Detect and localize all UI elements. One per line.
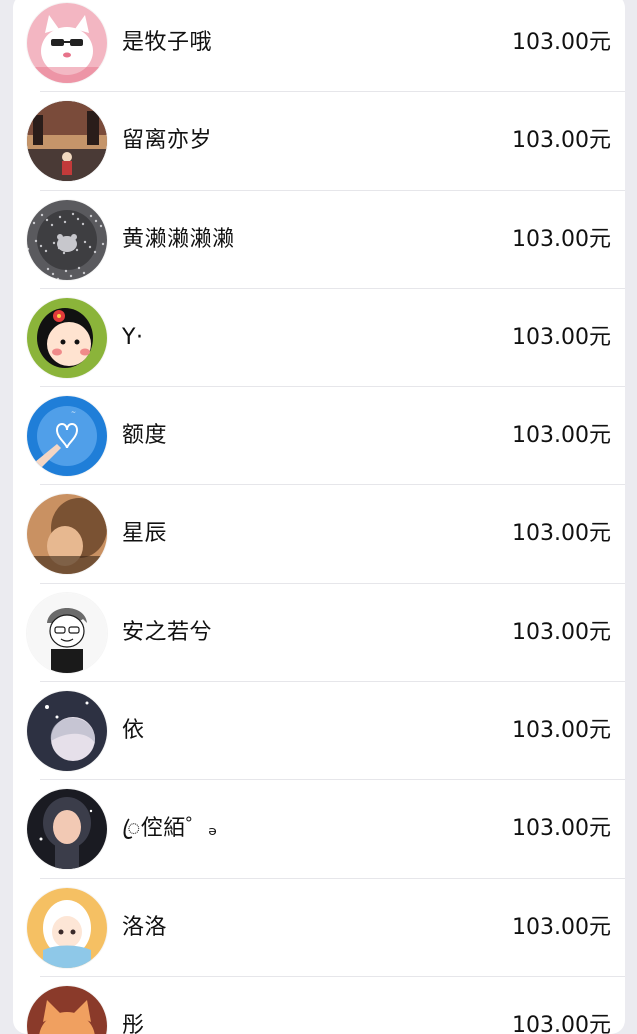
amount-value: 103.00元: [512, 619, 611, 645]
user-name: 额度: [122, 423, 168, 449]
street-scene-avatar-icon[interactable]: [27, 101, 107, 182]
amount-value: 103.00元: [512, 423, 611, 449]
user-name: Y·: [122, 324, 144, 350]
dark-hair-girl-avatar-icon[interactable]: [27, 789, 107, 870]
list-item[interactable]: 留离亦岁 103.00元: [13, 92, 625, 191]
user-name: 彤: [122, 1012, 145, 1034]
list-item[interactable]: 洛洛 103.00元: [13, 879, 625, 978]
user-name: 是牧子哦: [122, 30, 213, 55]
sketch-boy-avatar-icon[interactable]: [27, 592, 107, 673]
list-item[interactable]: 是牧子哦 103.00元: [13, 0, 625, 93]
amount-value: 103.00元: [512, 324, 611, 350]
user-name: 星辰: [122, 521, 168, 547]
list-item[interactable]: 星辰 103.00元: [13, 485, 625, 585]
user-name: 依: [122, 718, 145, 744]
list-item[interactable]: ꦿ倥絔゜ₔ 103.00元: [13, 780, 625, 879]
user-name: 黄濑濑濑濑: [122, 226, 235, 252]
amount-value: 103.00元: [512, 521, 611, 547]
amount-value: 103.00元: [512, 226, 611, 252]
list-item[interactable]: Y· 103.00元: [13, 289, 625, 388]
cartoon-girl-avatar-icon[interactable]: [27, 297, 107, 378]
list-item[interactable]: 黄濑濑濑濑 103.00元: [13, 191, 625, 290]
user-name: 洛洛: [122, 914, 168, 940]
dreamy-girl-avatar-icon[interactable]: [27, 691, 107, 772]
amount-value: 103.00元: [512, 718, 611, 744]
amount-value: 103.00元: [512, 1012, 611, 1034]
white-cat-sunglasses-avatar-icon[interactable]: [27, 3, 107, 83]
user-name: ꦿ倥絔゜ₔ: [122, 816, 218, 842]
amount-value: 103.00元: [512, 30, 611, 55]
orange-cat-avatar-icon[interactable]: [27, 985, 107, 1034]
glitter-bear-avatar-icon[interactable]: [27, 199, 107, 280]
list-item[interactable]: ~ 额度 103.00元: [13, 387, 625, 486]
amount-value: 103.00元: [512, 816, 611, 842]
list-item[interactable]: 彤 103.00元: [13, 977, 625, 1034]
amount-value: 103.00元: [512, 128, 611, 154]
user-name: 留离亦岁: [122, 128, 213, 154]
contribution-list-card: 是牧子哦 103.00元 留离亦岁 103.00元 黄濑濑濑濑 103.00元: [13, 0, 625, 1034]
list-item[interactable]: 安之若兮 103.00元: [13, 584, 625, 683]
svg-text:~: ~: [71, 409, 76, 416]
amount-value: 103.00元: [512, 914, 611, 940]
hand-heart-avatar-icon[interactable]: ~: [27, 396, 107, 477]
list-item[interactable]: 依 103.00元: [13, 682, 625, 781]
anime-girl-avatar-icon[interactable]: [27, 887, 107, 968]
girl-portrait-avatar-icon[interactable]: [27, 494, 107, 575]
contribution-list: 是牧子哦 103.00元 留离亦岁 103.00元 黄濑濑濑濑 103.00元: [13, 0, 625, 1034]
user-name: 安之若兮: [122, 619, 213, 645]
